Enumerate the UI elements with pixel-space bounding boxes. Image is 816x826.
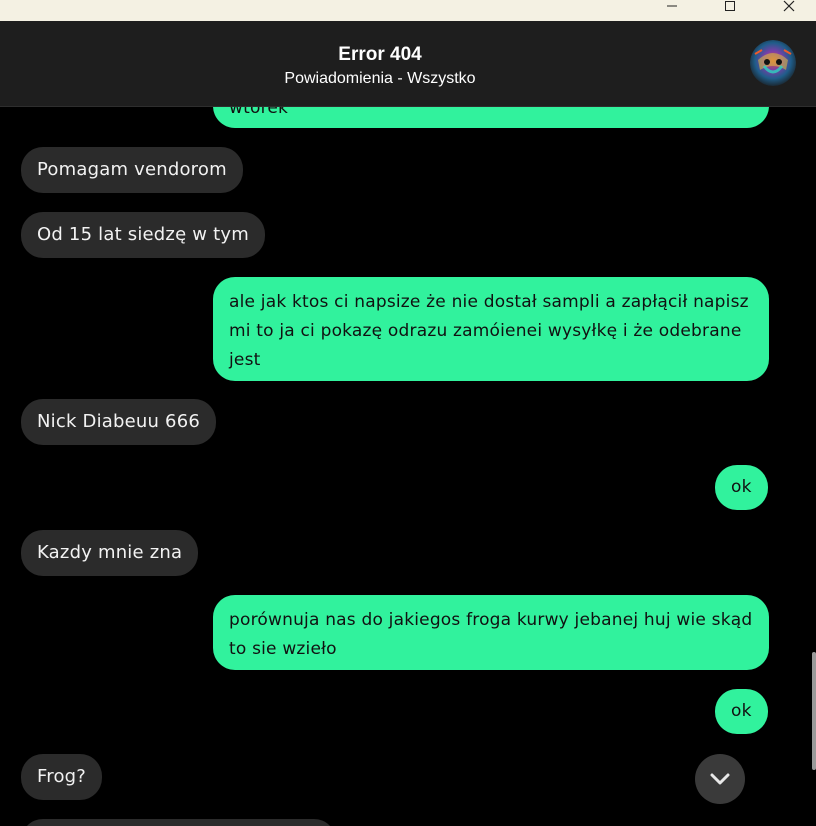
message-text: wtorek bbox=[229, 107, 289, 118]
app-window: Error 404 Powiadomienia - Wszystko wtore… bbox=[0, 0, 816, 826]
message-text: Pomagam vendorom bbox=[37, 159, 227, 180]
message-text: porównuja nas do jakiegos froga kurwy je… bbox=[229, 610, 753, 659]
scroll-to-bottom-button[interactable] bbox=[695, 754, 745, 804]
chat-header: Error 404 Powiadomienia - Wszystko bbox=[0, 21, 816, 107]
maximize-button[interactable] bbox=[707, 0, 753, 20]
message-text: ale jak ktos ci napsize że nie dostał sa… bbox=[229, 292, 749, 370]
message-incoming[interactable]: Od 15 lat siedzę w tym bbox=[21, 212, 265, 258]
message-text: Nick Diabeuu 666 bbox=[37, 411, 200, 432]
chat-title[interactable]: Error 404 bbox=[0, 44, 760, 66]
message-text: Od 15 lat siedzę w tym bbox=[37, 224, 249, 245]
message-list[interactable]: wtorek Pomagam vendorom Od 15 lat siedzę… bbox=[0, 107, 816, 826]
close-icon bbox=[783, 0, 795, 12]
chat-subtitle[interactable]: Powiadomienia - Wszystko bbox=[0, 70, 760, 88]
message-incoming[interactable]: Kazdy mnie zna bbox=[21, 530, 199, 576]
avatar[interactable] bbox=[750, 40, 796, 86]
message-incoming[interactable]: Frog? bbox=[21, 754, 103, 800]
scrollbar-thumb[interactable] bbox=[812, 652, 816, 770]
minimize-icon bbox=[667, 5, 677, 7]
message-incoming[interactable] bbox=[21, 819, 336, 826]
message-incoming[interactable]: Nick Diabeuu 666 bbox=[21, 399, 216, 445]
message-outgoing[interactable]: ok bbox=[715, 689, 768, 734]
message-incoming[interactable]: Pomagam vendorom bbox=[21, 147, 243, 193]
message-outgoing[interactable]: ok bbox=[715, 465, 768, 510]
message-text: Frog? bbox=[37, 766, 87, 787]
chevron-down-icon bbox=[710, 773, 730, 785]
message-text: ok bbox=[731, 477, 752, 497]
message-text: Kazdy mnie zna bbox=[37, 542, 183, 563]
maximize-icon bbox=[725, 1, 735, 11]
close-button[interactable] bbox=[766, 0, 812, 20]
window-titlebar bbox=[0, 0, 816, 21]
avatar-image bbox=[750, 40, 796, 86]
minimize-button[interactable] bbox=[649, 0, 695, 20]
message-outgoing[interactable]: ale jak ktos ci napsize że nie dostał sa… bbox=[213, 277, 769, 381]
message-outgoing[interactable]: porównuja nas do jakiegos froga kurwy je… bbox=[213, 595, 769, 670]
message-outgoing[interactable]: wtorek bbox=[213, 107, 769, 128]
message-text: ok bbox=[731, 701, 752, 721]
